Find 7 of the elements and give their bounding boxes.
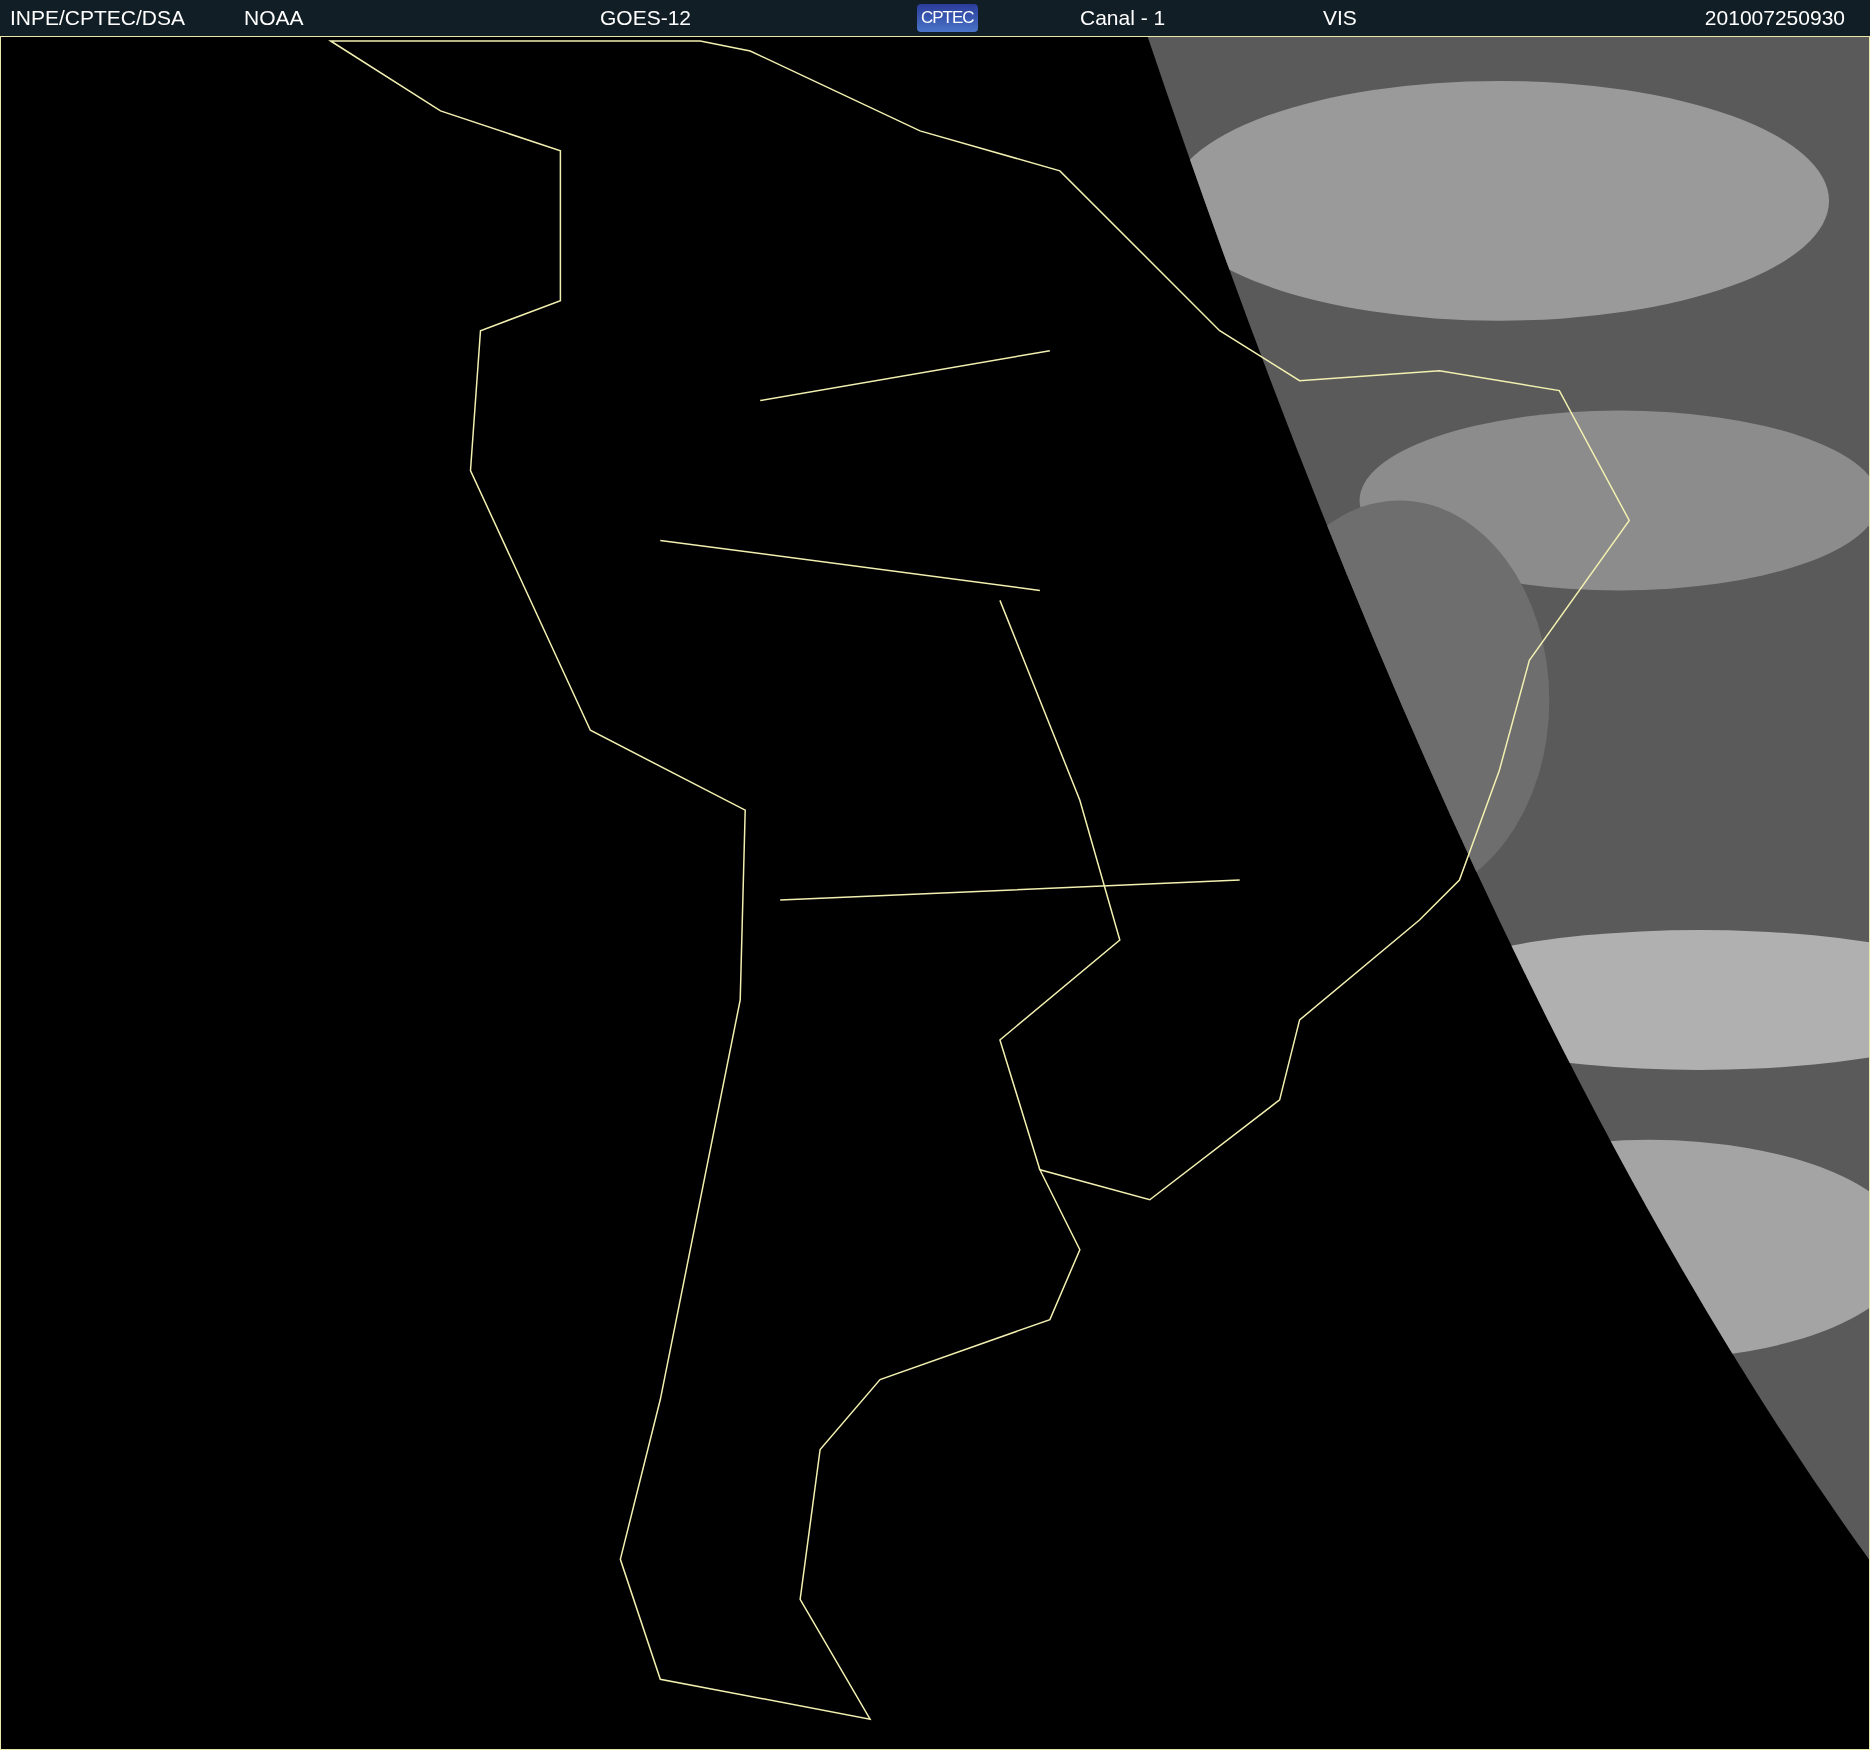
header-label: INPE/CPTEC/DSA xyxy=(10,5,186,29)
header-label: 201007250930 xyxy=(1704,5,1845,29)
header-label: Canal - 1 xyxy=(1080,5,1166,29)
header-label: GOES-12 xyxy=(600,5,692,29)
header-label: VIS xyxy=(1323,5,1357,29)
logo: CPTEC xyxy=(917,3,978,32)
header-label: NOAA xyxy=(244,5,304,29)
